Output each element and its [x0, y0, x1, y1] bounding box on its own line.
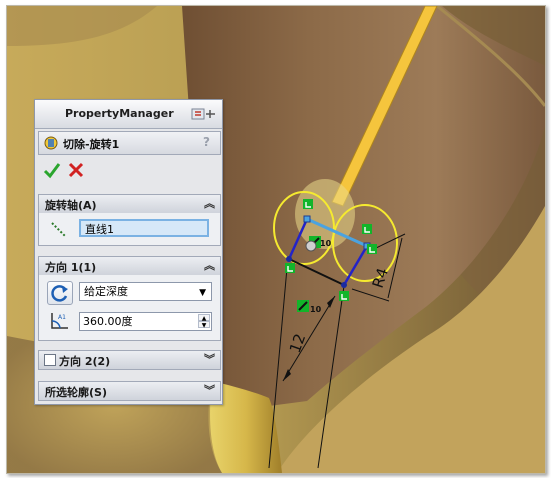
- ok-button[interactable]: [43, 161, 61, 179]
- property-manager-titlebar: PropertyManager: [35, 100, 222, 129]
- relation-tag-1: 10: [320, 239, 332, 248]
- property-manager-title: PropertyManager: [65, 107, 174, 120]
- reverse-direction-button[interactable]: [47, 281, 73, 305]
- axis-selection-field[interactable]: 直线1: [79, 219, 209, 237]
- cross-icon: [68, 162, 84, 178]
- svg-text:A1: A1: [58, 314, 66, 321]
- direction1-group-body: 给定深度 ▼ A1 360.00度 ▲ ▼: [38, 275, 221, 341]
- expand-chevron-icon[interactable]: ︾: [204, 351, 215, 367]
- direction2-group-header[interactable]: 方向 2(2) ︾: [38, 350, 221, 370]
- pin-icon[interactable]: [191, 106, 217, 122]
- axis-group-body: 直线1: [38, 213, 221, 246]
- end-condition-value: 给定深度: [84, 285, 128, 298]
- direction2-group-label: 方向 2(2): [59, 355, 111, 368]
- cut-revolve-icon: [44, 136, 58, 150]
- collapse-chevron-icon[interactable]: ︽: [204, 195, 215, 211]
- angle-value: 360.00度: [83, 315, 133, 328]
- help-icon[interactable]: ?: [203, 135, 210, 149]
- cancel-button[interactable]: [67, 161, 85, 179]
- graphics-viewport[interactable]: 12 R4 10 10 PropertyManager 切除-旋转1 ? 旋转轴…: [6, 5, 546, 474]
- direction1-group-header[interactable]: 方向 1(1) ︽: [38, 256, 221, 276]
- image-frame: 12 R4 10 10 PropertyManager 切除-旋转1 ? 旋转轴…: [0, 0, 551, 478]
- angle-icon: A1: [51, 313, 68, 329]
- feature-header: 切除-旋转1 ?: [38, 131, 221, 155]
- contours-group-label: 所选轮廓(S): [45, 386, 107, 399]
- axis-group-label: 旋转轴(A): [45, 199, 97, 212]
- feature-name: 切除-旋转1: [63, 138, 120, 151]
- direction1-group-label: 方向 1(1): [45, 261, 97, 274]
- property-manager-panel: PropertyManager 切除-旋转1 ? 旋转轴(A) ︽ 直线1 方向…: [34, 99, 223, 405]
- angle-input[interactable]: 360.00度 ▲ ▼: [79, 312, 212, 331]
- angle-spinner[interactable]: ▲ ▼: [198, 314, 210, 329]
- relation-tag-2: 10: [310, 305, 322, 314]
- end-condition-select[interactable]: 给定深度 ▼: [79, 282, 212, 301]
- spin-up-icon[interactable]: ▲: [198, 314, 210, 322]
- checkmark-icon: [43, 163, 61, 179]
- expand-chevron-icon[interactable]: ︾: [204, 382, 215, 398]
- chevron-down-icon: ▼: [199, 288, 206, 298]
- collapse-chevron-icon[interactable]: ︽: [204, 257, 215, 273]
- direction2-checkbox[interactable]: [44, 354, 56, 366]
- line-axis-icon: [51, 222, 67, 238]
- spin-down-icon[interactable]: ▼: [198, 321, 210, 329]
- contours-group-header[interactable]: 所选轮廓(S) ︾: [38, 381, 221, 401]
- axis-group-header[interactable]: 旋转轴(A) ︽: [38, 194, 221, 214]
